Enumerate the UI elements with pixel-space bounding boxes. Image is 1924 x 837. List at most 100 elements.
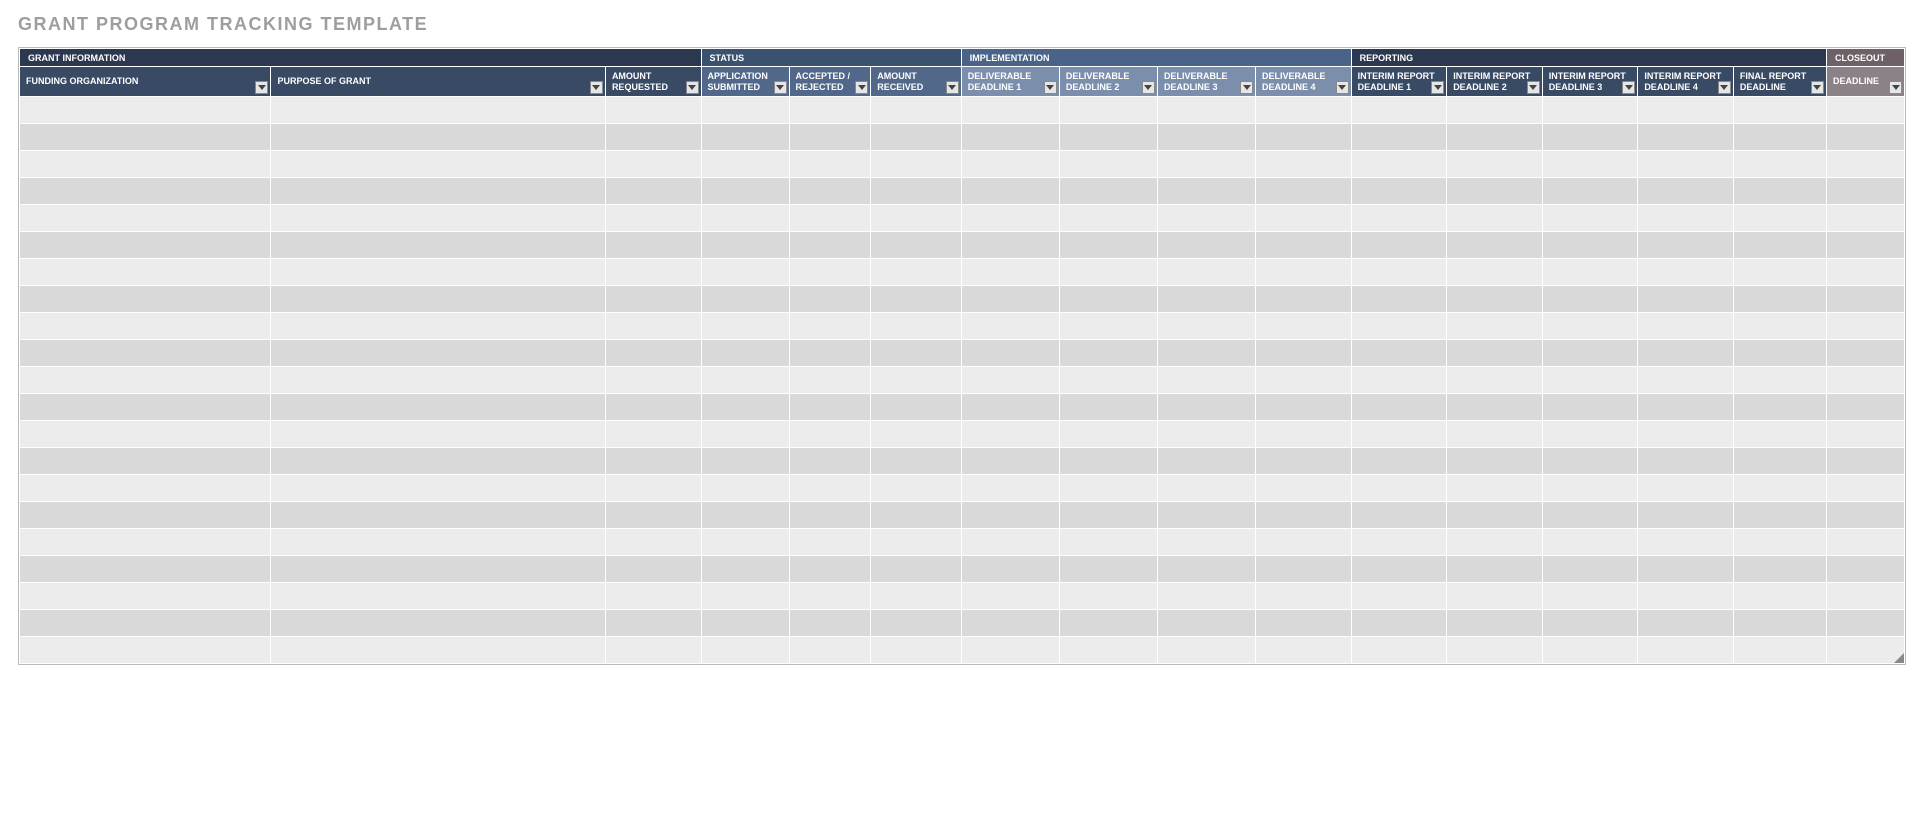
table-cell[interactable] xyxy=(871,97,962,124)
table-cell[interactable] xyxy=(1733,448,1826,475)
table-cell[interactable] xyxy=(20,475,271,502)
filter-dropdown-icon[interactable] xyxy=(1044,81,1057,94)
table-cell[interactable] xyxy=(1542,610,1638,637)
table-cell[interactable] xyxy=(1059,556,1157,583)
table-cell[interactable] xyxy=(1447,286,1543,313)
table-cell[interactable] xyxy=(1542,421,1638,448)
table-cell[interactable] xyxy=(1542,502,1638,529)
table-cell[interactable] xyxy=(1542,529,1638,556)
table-cell[interactable] xyxy=(271,475,605,502)
resize-handle-icon[interactable] xyxy=(1894,653,1904,663)
table-cell[interactable] xyxy=(1447,367,1543,394)
table-cell[interactable] xyxy=(1059,313,1157,340)
table-cell[interactable] xyxy=(871,151,962,178)
table-cell[interactable] xyxy=(20,286,271,313)
table-cell[interactable] xyxy=(1351,610,1447,637)
filter-dropdown-icon[interactable] xyxy=(946,81,959,94)
table-cell[interactable] xyxy=(1351,232,1447,259)
table-cell[interactable] xyxy=(871,367,962,394)
table-cell[interactable] xyxy=(605,448,701,475)
table-cell[interactable] xyxy=(1157,313,1255,340)
table-cell[interactable] xyxy=(20,448,271,475)
table-cell[interactable] xyxy=(1351,637,1447,664)
table-cell[interactable] xyxy=(1256,151,1352,178)
table-cell[interactable] xyxy=(1157,583,1255,610)
table-cell[interactable] xyxy=(961,340,1059,367)
table-cell[interactable] xyxy=(271,232,605,259)
table-cell[interactable] xyxy=(789,286,871,313)
table-cell[interactable] xyxy=(1733,610,1826,637)
table-cell[interactable] xyxy=(871,529,962,556)
table-cell[interactable] xyxy=(1157,205,1255,232)
table-cell[interactable] xyxy=(1733,340,1826,367)
table-cell[interactable] xyxy=(1638,97,1734,124)
table-cell[interactable] xyxy=(1733,97,1826,124)
table-cell[interactable] xyxy=(1826,556,1904,583)
table-cell[interactable] xyxy=(701,178,789,205)
table-cell[interactable] xyxy=(605,637,701,664)
table-cell[interactable] xyxy=(1351,178,1447,205)
table-cell[interactable] xyxy=(1157,124,1255,151)
table-cell[interactable] xyxy=(871,232,962,259)
table-cell[interactable] xyxy=(1447,178,1543,205)
table-cell[interactable] xyxy=(1447,475,1543,502)
table-cell[interactable] xyxy=(1826,367,1904,394)
table-cell[interactable] xyxy=(1351,340,1447,367)
table-cell[interactable] xyxy=(1157,286,1255,313)
table-cell[interactable] xyxy=(1256,637,1352,664)
table-cell[interactable] xyxy=(605,502,701,529)
table-cell[interactable] xyxy=(1157,637,1255,664)
table-cell[interactable] xyxy=(1157,259,1255,286)
table-cell[interactable] xyxy=(1826,232,1904,259)
table-cell[interactable] xyxy=(605,610,701,637)
table-cell[interactable] xyxy=(871,178,962,205)
table-cell[interactable] xyxy=(1447,556,1543,583)
table-cell[interactable] xyxy=(701,151,789,178)
table-cell[interactable] xyxy=(789,421,871,448)
table-cell[interactable] xyxy=(1733,205,1826,232)
table-cell[interactable] xyxy=(1542,259,1638,286)
table-cell[interactable] xyxy=(1447,421,1543,448)
table-cell[interactable] xyxy=(1826,151,1904,178)
table-cell[interactable] xyxy=(1638,529,1734,556)
table-cell[interactable] xyxy=(1157,178,1255,205)
table-cell[interactable] xyxy=(20,151,271,178)
table-cell[interactable] xyxy=(789,313,871,340)
table-cell[interactable] xyxy=(1351,502,1447,529)
filter-dropdown-icon[interactable] xyxy=(1718,81,1731,94)
table-cell[interactable] xyxy=(1826,205,1904,232)
table-cell[interactable] xyxy=(1351,421,1447,448)
table-cell[interactable] xyxy=(605,151,701,178)
table-cell[interactable] xyxy=(1351,529,1447,556)
table-cell[interactable] xyxy=(1638,367,1734,394)
table-cell[interactable] xyxy=(871,448,962,475)
table-cell[interactable] xyxy=(789,394,871,421)
table-cell[interactable] xyxy=(1733,394,1826,421)
table-cell[interactable] xyxy=(1638,178,1734,205)
table-cell[interactable] xyxy=(961,475,1059,502)
table-cell[interactable] xyxy=(1733,286,1826,313)
table-cell[interactable] xyxy=(789,529,871,556)
table-cell[interactable] xyxy=(701,610,789,637)
table-cell[interactable] xyxy=(1157,529,1255,556)
table-cell[interactable] xyxy=(271,610,605,637)
table-cell[interactable] xyxy=(701,124,789,151)
table-cell[interactable] xyxy=(961,448,1059,475)
table-cell[interactable] xyxy=(1826,502,1904,529)
table-cell[interactable] xyxy=(961,232,1059,259)
table-cell[interactable] xyxy=(1638,232,1734,259)
filter-dropdown-icon[interactable] xyxy=(1336,81,1349,94)
table-cell[interactable] xyxy=(1351,313,1447,340)
table-cell[interactable] xyxy=(701,583,789,610)
table-cell[interactable] xyxy=(961,610,1059,637)
table-cell[interactable] xyxy=(605,124,701,151)
filter-dropdown-icon[interactable] xyxy=(1889,81,1902,94)
table-cell[interactable] xyxy=(20,556,271,583)
table-cell[interactable] xyxy=(1059,178,1157,205)
table-cell[interactable] xyxy=(1542,367,1638,394)
table-cell[interactable] xyxy=(1733,259,1826,286)
table-cell[interactable] xyxy=(1256,583,1352,610)
table-cell[interactable] xyxy=(1059,124,1157,151)
table-cell[interactable] xyxy=(1638,637,1734,664)
table-cell[interactable] xyxy=(1157,448,1255,475)
